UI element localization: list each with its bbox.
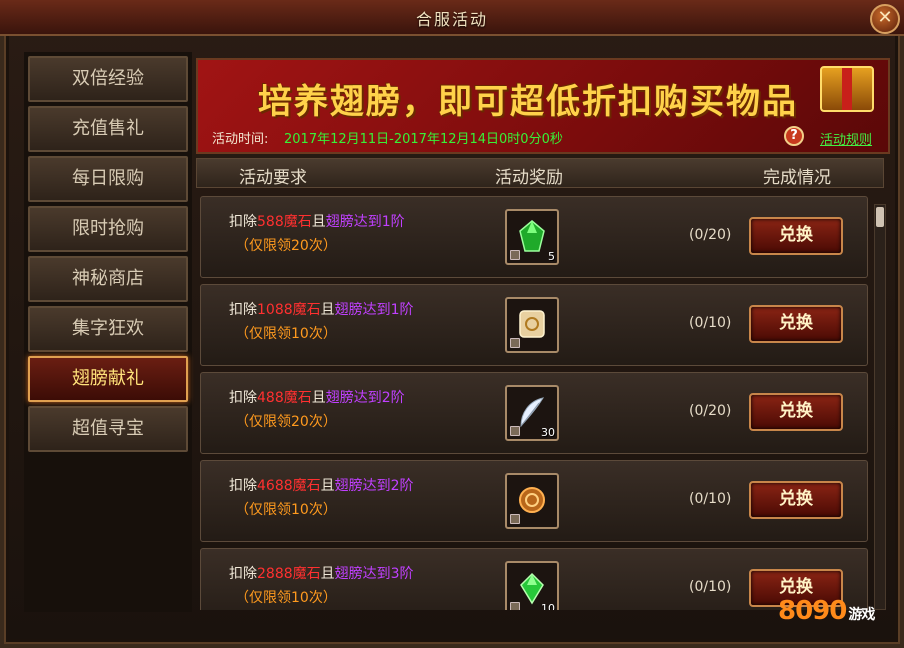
progress-text: (0/10) [689,315,732,331]
requirement-text: 扣除4688魔石且翅膀达到2阶 [229,478,414,494]
claim-limit: （仅限领10次） [235,590,337,606]
reward-item-slot[interactable] [505,473,559,529]
progress-text: (0/20) [689,403,732,419]
requirement-text: 扣除1088魔石且翅膀达到1阶 [229,302,414,318]
sidebar-item-double-exp[interactable]: 双倍经验 [28,56,188,102]
claim-limit: （仅限领20次） [235,414,337,430]
event-rules-link[interactable]: 活动规则 [820,129,872,148]
sidebar-item-daily-limit[interactable]: 每日限购 [28,156,188,202]
list-item: 扣除1088魔石且翅膀达到1阶 （仅限领10次） (0/10) 兑换 [200,284,868,366]
progress-text: (0/10) [689,491,732,507]
header-status: 完成情况 [763,168,831,188]
site-watermark: 8090 游戏 [778,596,875,626]
sidebar-item-recharge-gift[interactable]: 充值售礼 [28,106,188,152]
list-scrollbar[interactable] [874,204,886,610]
requirement-text: 扣除2888魔石且翅膀达到3阶 [229,566,414,582]
gift-box-icon [820,66,874,112]
progress-text: (0/20) [689,227,732,243]
lock-icon [510,250,520,260]
item-count: 5 [548,250,555,263]
window-title: 合服活动 [415,10,488,29]
header-requirement: 活动要求 [239,168,307,188]
claim-limit: （仅限领20次） [235,238,337,254]
requirement-text: 扣除588魔石且翅膀达到1阶 [229,214,405,230]
item-count: 10 [541,602,555,610]
reward-item-slot[interactable]: 5 [505,209,559,265]
green-gem-icon [519,220,545,252]
sidebar-item-flash-sale[interactable]: 限时抢购 [28,206,188,252]
reward-item-slot[interactable] [505,297,559,353]
lock-icon [510,602,520,610]
reward-item-slot[interactable]: 10 [505,561,559,610]
scrollbar-thumb[interactable] [876,207,884,227]
title-bar: 合服活动 ✕ [0,0,904,36]
lock-icon [510,338,520,348]
sidebar-item-mystery-shop[interactable]: 神秘商店 [28,256,188,302]
item-count: 30 [541,426,555,439]
exchange-button[interactable]: 兑换 [749,393,843,431]
claim-limit: （仅限领10次） [235,326,337,342]
banner-title: 培养翅膀，即可超低折扣购买物品 [258,82,798,122]
exchange-button[interactable]: 兑换 [749,305,843,343]
reward-item-slot[interactable]: 30 [505,385,559,441]
close-icon: ✕ [877,7,893,28]
sidebar-item-word-collect[interactable]: 集字狂欢 [28,306,188,352]
requirement-text: 扣除488魔石且翅膀达到2阶 [229,390,405,406]
scroll-icon [519,310,545,338]
green-gem-icon [520,572,544,605]
table-header: 活动要求 活动奖励 完成情况 [196,158,884,188]
header-reward: 活动奖励 [495,168,563,188]
list-item: 扣除2888魔石且翅膀达到3阶 （仅限领10次） 10 (0/10) 兑换 [200,548,868,610]
reward-list: 扣除588魔石且翅膀达到1阶 （仅限领20次） 5 (0/20) 兑换 扣除10… [196,190,872,610]
list-item: 扣除4688魔石且翅膀达到2阶 （仅限领10次） (0/10) 兑换 [200,460,868,542]
exchange-button[interactable]: 兑换 [749,217,843,255]
close-button[interactable]: ✕ [870,4,900,34]
progress-text: (0/10) [689,579,732,595]
list-item: 扣除588魔石且翅膀达到1阶 （仅限领20次） 5 (0/20) 兑换 [200,196,868,278]
exchange-button[interactable]: 兑换 [749,481,843,519]
sidebar-item-wing-gift[interactable]: 翅膀献礼 [28,356,188,402]
claim-limit: （仅限领10次） [235,502,337,518]
sidebar: 双倍经验 充值售礼 每日限购 限时抢购 神秘商店 集字狂欢 翅膀献礼 超值寻宝 [24,52,192,612]
sidebar-item-treasure-hunt[interactable]: 超值寻宝 [28,406,188,452]
event-banner: 培养翅膀，即可超低折扣购买物品 活动时间: 2017年12月11日-2017年1… [196,58,890,154]
medal-icon [519,487,545,513]
event-time-value: 2017年12月11日-2017年12月14日0时0分0秒 [284,132,563,147]
list-item: 扣除488魔石且翅膀达到2阶 （仅限领20次） 30 (0/20) 兑换 [200,372,868,454]
feather-icon [520,397,545,428]
lock-icon [510,426,520,436]
question-icon[interactable]: ? [784,126,804,146]
event-time-label: 活动时间: [212,132,269,147]
lock-icon [510,514,520,524]
